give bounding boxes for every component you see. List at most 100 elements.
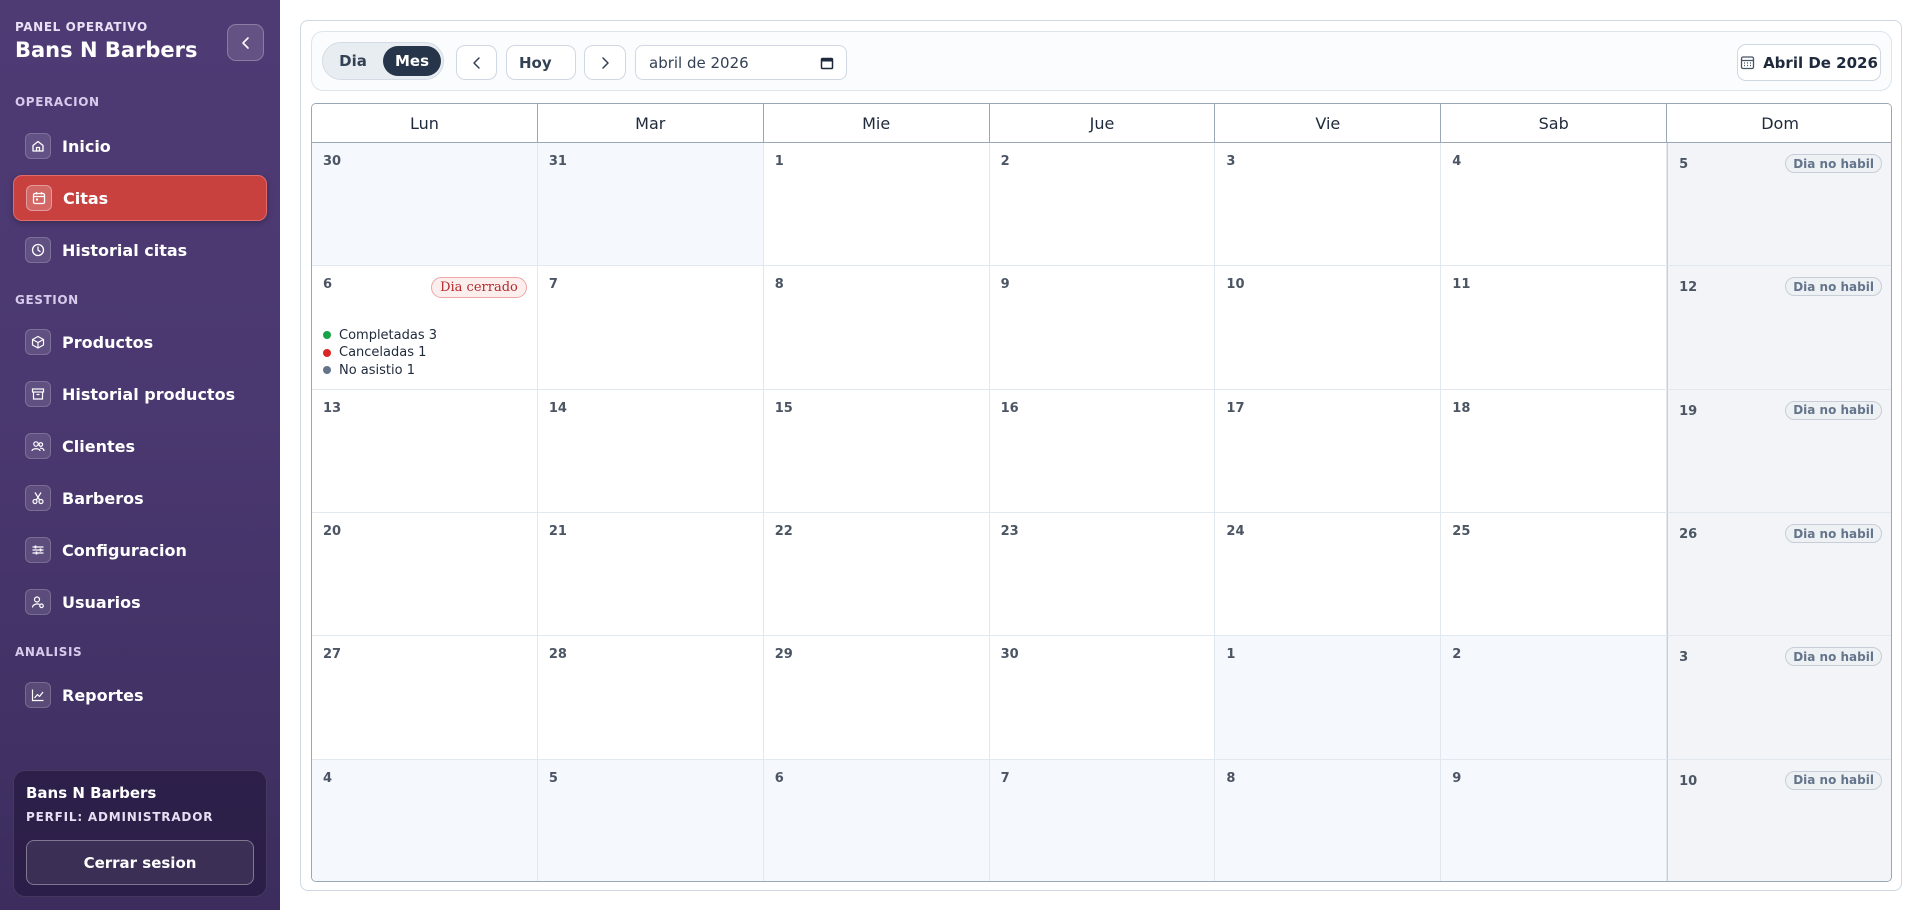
calendar-day-cell[interactable]: 8 — [1215, 759, 1442, 881]
calendar-day-cell[interactable]: 4 — [1441, 143, 1668, 267]
calendar-day-cell[interactable]: 27 — [312, 636, 538, 760]
calendar-day-cell[interactable]: 10 — [1215, 266, 1442, 390]
calendar-day-cell[interactable]: 5 — [537, 759, 764, 881]
users-icon — [25, 433, 51, 459]
calendar-day-cell[interactable]: 31 — [537, 143, 764, 267]
calendar-day-cell[interactable]: 19 Dia no habil — [1667, 389, 1891, 513]
day-number: 6 — [774, 770, 784, 786]
calendar-day-cell[interactable]: 8 — [763, 266, 990, 390]
month-date-value: abril de 2026 — [649, 53, 749, 72]
clock-icon — [25, 237, 51, 263]
day-number: 7 — [1000, 770, 1010, 786]
calendar-day-cell[interactable]: 13 — [312, 389, 538, 513]
chart-line-icon — [25, 682, 51, 708]
calendar-day-cell[interactable]: 12 Dia no habil — [1667, 266, 1891, 390]
day-number: 17 — [1226, 400, 1245, 416]
calendar-day-cell[interactable]: 14 — [537, 389, 764, 513]
sidebar-item-configuracion[interactable]: Configuracion — [13, 527, 267, 573]
month-date-input[interactable]: abril de 2026 — [635, 45, 847, 80]
logout-button[interactable]: Cerrar sesion — [26, 840, 254, 885]
section-label-analisis: ANALISIS — [15, 645, 83, 659]
day-number: 19 — [1679, 403, 1698, 419]
calendar-day-cell[interactable]: 3 — [1215, 143, 1442, 267]
appointment-stats: Completadas 3 Canceladas 1 No asistio 1 — [323, 326, 437, 379]
sidebar-item-historial-productos[interactable]: Historial productos — [13, 371, 267, 417]
calendar-day-cell[interactable]: 28 — [537, 636, 764, 760]
calendar-day-cell[interactable]: 2 — [989, 143, 1216, 267]
user-cog-icon — [25, 589, 51, 615]
sidebar-item-historial-citas[interactable]: Historial citas — [13, 227, 267, 273]
prev-month-button[interactable] — [456, 45, 497, 80]
status-dot-icon — [323, 366, 331, 375]
calendar-day-cell[interactable]: 30 — [312, 143, 538, 267]
calendar-icon — [26, 185, 52, 211]
calendar-day-cell[interactable]: 9 — [1441, 759, 1668, 881]
calendar-day-cell[interactable]: 4 — [312, 759, 538, 881]
status-dot-icon — [323, 348, 331, 357]
day-number: 27 — [323, 647, 342, 663]
day-number: 22 — [774, 524, 793, 539]
calendar-day-cell[interactable]: 6 — [763, 759, 990, 881]
calendar-day-cell[interactable]: 16 — [989, 389, 1216, 513]
appointment-stat-cancelled: Canceladas 1 — [323, 344, 437, 362]
calendar-day-cell[interactable]: 6 Dia cerrado Completadas 3 Canceladas 1 No … — [312, 266, 538, 390]
calendar-day-cell[interactable]: 5 Dia no habil — [1667, 143, 1891, 267]
today-button[interactable]: Hoy — [506, 45, 576, 80]
calendar-day-cell[interactable]: 1 — [1215, 636, 1442, 760]
calendar-day-cell[interactable]: 7 — [989, 759, 1216, 881]
day-number: 1 — [774, 154, 784, 169]
stat-label: No asistio 1 — [339, 362, 416, 378]
weekday-label: Jue — [990, 104, 1216, 143]
calendar-day-cell[interactable]: 18 — [1441, 389, 1668, 513]
profile-name: Bans N Barbers — [26, 784, 157, 802]
calendar-day-cell[interactable]: 29 — [763, 636, 990, 760]
calendar-day-cell[interactable]: 17 — [1215, 389, 1442, 513]
section-label-operacion: OPERACION — [15, 95, 100, 109]
sidebar-item-productos[interactable]: Productos — [13, 319, 267, 365]
calendar-day-cell[interactable]: 3 Dia no habil — [1667, 636, 1891, 760]
day-number: 16 — [1000, 400, 1019, 416]
calendar-day-cell[interactable]: 10 Dia no habil — [1667, 759, 1891, 881]
calendar-day-cell[interactable]: 24 — [1215, 513, 1442, 637]
sidebar-item-reportes[interactable]: Reportes — [13, 672, 267, 718]
view-month-button[interactable]: Mes — [383, 46, 441, 76]
calendar-day-cell[interactable]: 9 — [989, 266, 1216, 390]
collapse-sidebar-button[interactable] — [227, 24, 264, 61]
calendar-day-cell[interactable]: 2 — [1441, 636, 1668, 760]
sidebar-item-barberos[interactable]: Barberos — [13, 475, 267, 521]
sidebar-item-label: Citas — [63, 188, 109, 208]
day-number: 7 — [548, 277, 558, 293]
weekday-label: Dom — [1761, 114, 1799, 133]
view-toggle: Dia Mes — [322, 42, 444, 80]
day-number: 11 — [1452, 277, 1471, 293]
day-number: 18 — [1452, 400, 1471, 416]
sidebar-item-label: Barberos — [62, 488, 144, 508]
next-month-button[interactable] — [584, 45, 626, 80]
weekday-label: Mie — [764, 104, 990, 143]
day-number: 8 — [1226, 770, 1236, 786]
profile-role: PERFIL: ADMINISTRADOR — [26, 810, 214, 824]
chevron-left-icon — [241, 36, 249, 49]
calendar-day-cell[interactable]: 26 Dia no habil — [1667, 513, 1891, 637]
calendar-grid-icon — [1740, 56, 1755, 70]
calendar-day-cell[interactable]: 1 — [763, 143, 990, 267]
calendar-day-cell[interactable]: 22 — [763, 513, 990, 637]
day-number: 6 — [323, 277, 333, 293]
view-day-button[interactable]: Dia — [327, 46, 379, 76]
sidebar-item-usuarios[interactable]: Usuarios — [13, 579, 267, 625]
sidebar-item-inicio[interactable]: Inicio — [13, 123, 267, 169]
sidebar-item-citas[interactable]: Citas — [13, 175, 267, 221]
calendar-day-cell[interactable]: 25 — [1441, 513, 1668, 637]
day-number: 12 — [1679, 280, 1698, 296]
calendar-day-cell[interactable]: 7 — [537, 266, 764, 390]
calendar-day-cell[interactable]: 20 — [312, 513, 538, 637]
calendar-day-cell[interactable]: 15 — [763, 389, 990, 513]
calendar-day-cell[interactable]: 23 — [989, 513, 1216, 637]
calendar-day-cell[interactable]: 21 — [537, 513, 764, 637]
calendar-day-cell[interactable]: 30 — [989, 636, 1216, 760]
calendar-picker-icon[interactable] — [820, 56, 834, 70]
day-number: 29 — [774, 647, 793, 663]
calendar-day-cell[interactable]: 11 — [1441, 266, 1668, 390]
day-number: 21 — [548, 524, 567, 539]
sidebar-item-clientes[interactable]: Clientes — [13, 423, 267, 469]
